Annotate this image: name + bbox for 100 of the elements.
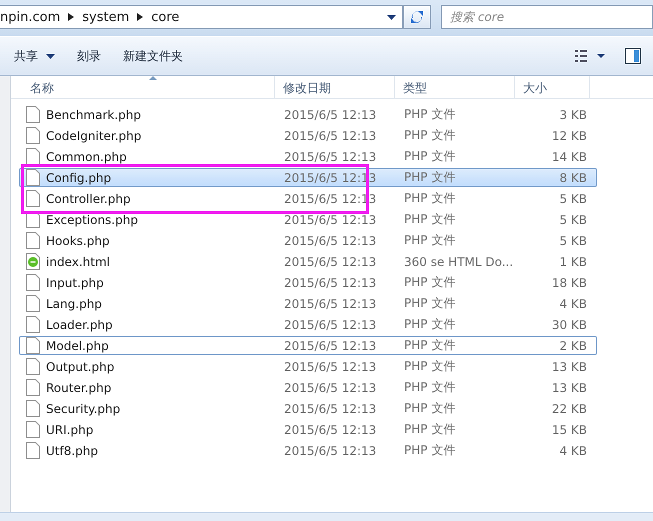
file-size: 15 KB — [552, 422, 587, 436]
modified-date: 2015/6/5 12:13 — [284, 128, 376, 142]
file-name: Hooks.php — [46, 234, 110, 248]
file-name: Model.php — [46, 338, 109, 352]
file-row[interactable]: Model.php 2015/6/5 12:13 PHP 文件 2 KB — [19, 336, 597, 355]
file-name: Security.php — [46, 402, 120, 416]
file-type: PHP 文件 — [404, 421, 456, 438]
file-row[interactable]: Input.php 2015/6/5 12:13 PHP 文件 18 KB — [19, 273, 597, 292]
document-icon — [26, 169, 40, 186]
file-size: 2 KB — [559, 338, 587, 352]
file-size: 22 KB — [552, 402, 587, 416]
breadcrumb[interactable]: system — [82, 10, 130, 24]
file-row[interactable]: Router.php 2015/6/5 12:13 PHP 文件 13 KB — [19, 378, 597, 397]
sort-arrow-icon — [149, 76, 157, 80]
file-name: Router.php — [46, 380, 112, 394]
file-name: Benchmark.php — [46, 108, 142, 122]
file-size: 3 KB — [559, 108, 587, 122]
modified-date: 2015/6/5 12:13 — [284, 444, 376, 458]
file-type: PHP 文件 — [404, 358, 456, 375]
file-name: URI.php — [46, 422, 94, 436]
document-icon — [26, 379, 40, 396]
file-row[interactable]: Hooks.php 2015/6/5 12:13 PHP 文件 5 KB — [19, 231, 597, 250]
file-row[interactable]: Benchmark.php 2015/6/5 12:13 PHP 文件 3 KB — [19, 105, 597, 124]
file-row[interactable]: URI.php 2015/6/5 12:13 PHP 文件 15 KB — [19, 420, 597, 439]
document-icon — [26, 148, 40, 165]
column-header[interactable]: 大小 — [515, 76, 590, 98]
document-icon — [26, 442, 40, 459]
file-size: 4 KB — [559, 296, 587, 310]
modified-date: 2015/6/5 12:13 — [284, 296, 376, 310]
browser-file-icon — [26, 253, 40, 270]
file-type: PHP 文件 — [404, 337, 456, 354]
modified-date: 2015/6/5 12:13 — [284, 318, 376, 332]
file-size: 13 KB — [552, 380, 587, 394]
search-field[interactable]: 搜索 core — [441, 5, 653, 29]
file-size: 18 KB — [552, 276, 587, 290]
chevron-icon — [137, 13, 144, 21]
file-size: 30 KB — [552, 318, 587, 332]
document-icon — [26, 190, 40, 207]
file-name: Utf8.php — [46, 444, 98, 458]
file-row[interactable]: Common.php 2015/6/5 12:13 PHP 文件 14 KB — [19, 147, 597, 166]
file-row[interactable]: index.html 2015/6/5 12:13 360 se HTML Do... 1 KB — [19, 252, 597, 271]
file-size: 5 KB — [559, 192, 587, 206]
file-type: PHP 文件 — [404, 274, 456, 291]
file-type: 360 se HTML Do... — [404, 254, 514, 268]
document-icon — [26, 421, 40, 438]
breadcrumb[interactable]: core — [151, 10, 180, 24]
modified-date: 2015/6/5 12:13 — [284, 276, 376, 290]
address-bar[interactable]: npin.com system core — [0, 5, 403, 29]
file-name: Input.php — [46, 276, 104, 290]
file-row[interactable]: Lang.php 2015/6/5 12:13 PHP 文件 4 KB — [19, 294, 597, 313]
document-icon — [26, 316, 40, 333]
column-header[interactable]: 修改日期 — [275, 76, 395, 98]
file-row[interactable]: Utf8.php 2015/6/5 12:13 PHP 文件 4 KB — [19, 441, 597, 460]
preview-pane-icon — [625, 48, 641, 64]
document-icon — [26, 127, 40, 144]
file-row[interactable]: Loader.php 2015/6/5 12:13 PHP 文件 30 KB — [19, 315, 597, 334]
caret-icon — [46, 54, 55, 58]
chevron-icon — [68, 13, 74, 21]
modified-date: 2015/6/5 12:13 — [284, 338, 376, 352]
file-name: CodeIgniter.php — [46, 128, 142, 142]
file-name: Output.php — [46, 360, 114, 374]
breadcrumb[interactable]: npin.com — [0, 10, 60, 24]
file-type: PHP 文件 — [404, 232, 456, 249]
file-size: 12 KB — [552, 128, 587, 142]
modified-date: 2015/6/5 12:13 — [284, 212, 376, 226]
file-type: PHP 文件 — [404, 316, 456, 333]
document-icon — [26, 295, 40, 312]
file-size: 14 KB — [552, 150, 587, 164]
toolbar-button[interactable]: 刻录 — [69, 44, 109, 68]
file-row[interactable]: Security.php 2015/6/5 12:13 PHP 文件 22 KB — [19, 399, 597, 418]
file-size: 5 KB — [559, 234, 587, 248]
file-name: Exceptions.php — [46, 212, 138, 226]
document-icon — [26, 274, 40, 291]
modified-date: 2015/6/5 12:13 — [284, 422, 376, 436]
modified-date: 2015/6/5 12:13 — [284, 150, 376, 164]
file-size: 5 KB — [559, 212, 587, 226]
document-icon — [26, 358, 40, 375]
refresh-button[interactable] — [403, 5, 431, 29]
toolbar-button[interactable]: 共享 — [6, 44, 63, 68]
modified-date: 2015/6/5 12:13 — [284, 380, 376, 394]
list-view-icon — [575, 49, 607, 63]
file-row[interactable]: Output.php 2015/6/5 12:13 PHP 文件 13 KB — [19, 357, 597, 376]
file-type: PHP 文件 — [404, 190, 456, 207]
column-header[interactable]: 类型 — [395, 76, 515, 98]
file-size: 8 KB — [559, 170, 587, 184]
dropdown-arrow-icon[interactable] — [387, 14, 396, 20]
toolbar-button[interactable]: 新建文件夹 — [115, 44, 191, 68]
file-type: PHP 文件 — [404, 442, 456, 459]
file-row[interactable]: CodeIgniter.php 2015/6/5 12:13 PHP 文件 12 KB — [19, 126, 597, 145]
document-icon — [26, 400, 40, 417]
file-size: 13 KB — [552, 360, 587, 374]
file-row[interactable]: Exceptions.php 2015/6/5 12:13 PHP 文件 5 KB — [19, 210, 597, 229]
modified-date: 2015/6/5 12:13 — [284, 402, 376, 416]
document-icon — [26, 232, 40, 249]
file-name: Common.php — [46, 150, 127, 164]
modified-date: 2015/6/5 12:13 — [284, 108, 376, 122]
file-type: PHP 文件 — [404, 379, 456, 396]
file-type: PHP 文件 — [404, 169, 456, 186]
modified-date: 2015/6/5 12:13 — [284, 360, 376, 374]
file-name: Loader.php — [46, 318, 113, 332]
